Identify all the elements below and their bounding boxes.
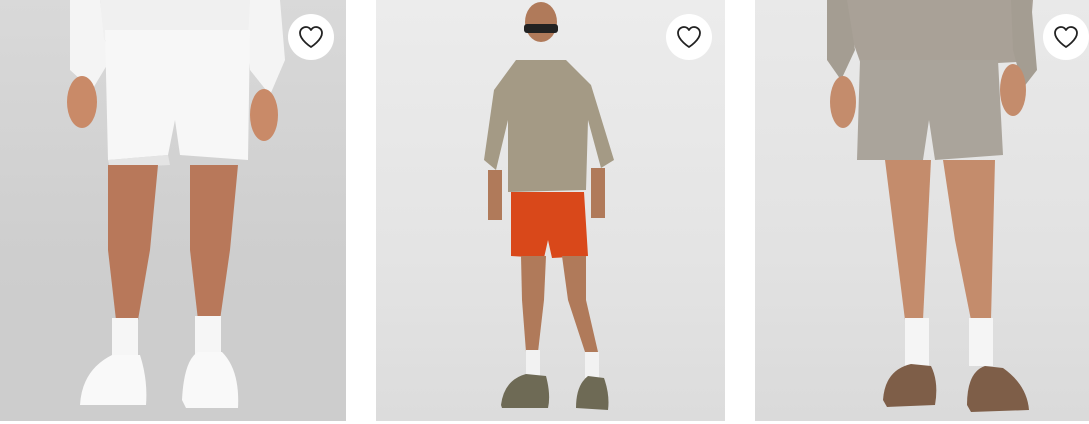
product-image-1[interactable] (0, 0, 346, 421)
product-card-3[interactable] (755, 0, 1089, 421)
product-card-2[interactable] (376, 0, 725, 421)
product-image-2[interactable] (376, 0, 725, 421)
heart-outline-icon (299, 26, 323, 48)
favorite-button-3[interactable] (1043, 14, 1089, 60)
favorite-button-1[interactable] (288, 14, 334, 60)
favorite-button-2[interactable] (666, 14, 712, 60)
product-grid (0, 0, 1089, 424)
heart-outline-icon (1054, 26, 1078, 48)
product-image-3[interactable] (755, 0, 1089, 421)
heart-outline-icon (677, 26, 701, 48)
product-card-1[interactable] (0, 0, 346, 421)
